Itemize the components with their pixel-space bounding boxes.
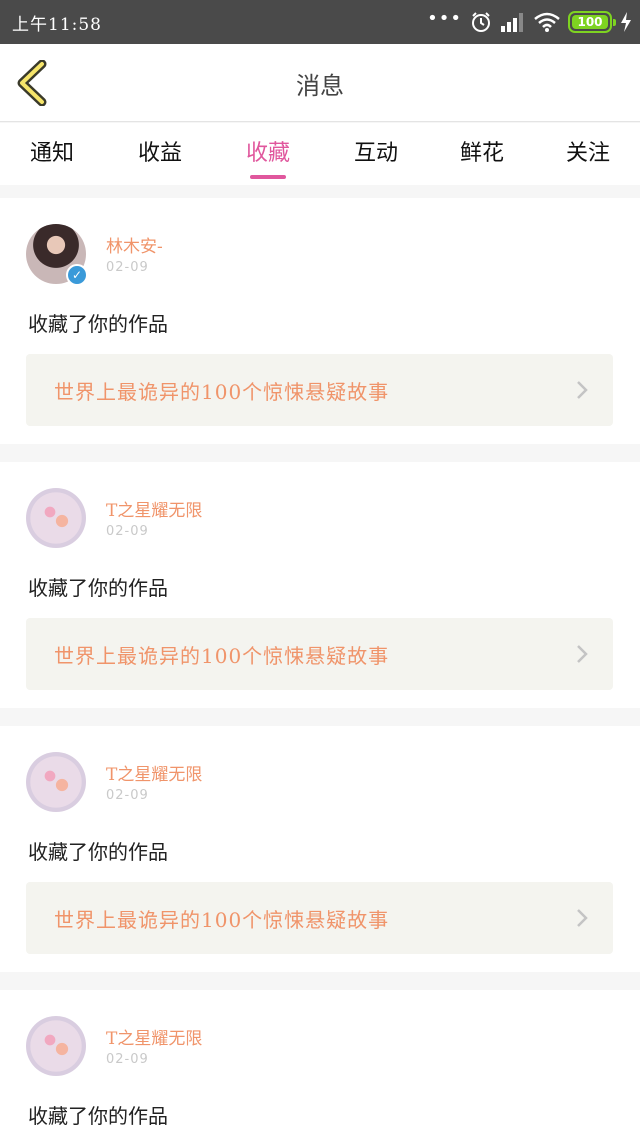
list-item: T之星耀无限 02-09 收藏了你的作品 世界上最诡异的100个惊悚悬疑故事 [0, 462, 640, 708]
message-date: 02-09 [106, 1052, 149, 1067]
avatar[interactable] [26, 488, 86, 548]
work-title: 世界上最诡异的100个惊悚悬疑故事 [54, 908, 390, 932]
tab-interactions[interactable]: 互动 [344, 135, 408, 183]
work-link[interactable]: 世界上最诡异的100个惊悚悬疑故事 [26, 354, 613, 426]
chevron-right-icon [577, 909, 588, 927]
work-title: 世界上最诡异的100个惊悚悬疑故事 [54, 644, 390, 668]
user-name[interactable]: 林木安- [106, 232, 163, 257]
tab-label: 关注 [565, 141, 610, 166]
active-tab-indicator [250, 175, 286, 179]
action-text: 收藏了你的作品 [28, 576, 168, 600]
action-text: 收藏了你的作品 [28, 840, 168, 864]
user-name[interactable]: T之星耀无限 [106, 760, 202, 785]
message-date: 02-09 [106, 788, 149, 803]
chevron-right-icon [577, 381, 588, 399]
tab-label: 通知 [29, 141, 74, 166]
status-bar: 上午11:58 ••• 100 [0, 0, 640, 44]
list-item: T之星耀无限 02-09 收藏了你的作品 世界上最诡异的100个惊悚悬疑故事 [0, 726, 640, 972]
status-icons: ••• 100 [427, 9, 632, 35]
tab-label: 互动 [353, 141, 398, 166]
tab-label: 收益 [137, 141, 182, 166]
tab-bar: 通知 收益 收藏 互动 鲜花 关注 [0, 123, 640, 185]
list-item: T之星耀无限 02-09 收藏了你的作品 [0, 990, 640, 1138]
avatar[interactable] [26, 1016, 86, 1076]
user-name[interactable]: T之星耀无限 [106, 1024, 202, 1049]
battery-level: 100 [572, 15, 608, 29]
status-time: 上午11:58 [12, 15, 102, 35]
tab-notifications[interactable]: 通知 [20, 135, 84, 183]
nav-bar: 消息 [0, 44, 640, 122]
tab-earnings[interactable]: 收益 [128, 135, 192, 183]
page-title: 消息 [296, 72, 344, 100]
action-text: 收藏了你的作品 [28, 312, 168, 336]
tab-label: 鲜花 [459, 141, 504, 166]
wifi-icon [534, 12, 560, 32]
work-link[interactable]: 世界上最诡异的100个惊悚悬疑故事 [26, 618, 613, 690]
avatar[interactable] [26, 752, 86, 812]
signal-icon [500, 12, 526, 32]
tab-label: 收藏 [245, 141, 290, 166]
list-item: ✓ 林木安- 02-09 收藏了你的作品 世界上最诡异的100个惊悚悬疑故事 [0, 198, 640, 444]
message-date: 02-09 [106, 524, 149, 539]
work-link[interactable]: 世界上最诡异的100个惊悚悬疑故事 [26, 882, 613, 954]
tab-following[interactable]: 关注 [556, 135, 620, 183]
more-dots-icon: ••• [427, 8, 462, 29]
verified-badge-icon: ✓ [66, 264, 88, 286]
user-name[interactable]: T之星耀无限 [106, 496, 202, 521]
action-text: 收藏了你的作品 [28, 1104, 168, 1128]
tab-flowers[interactable]: 鲜花 [450, 135, 514, 183]
tab-favorites[interactable]: 收藏 [236, 135, 300, 183]
charging-icon [620, 12, 632, 32]
message-date: 02-09 [106, 260, 149, 275]
chevron-right-icon [577, 645, 588, 663]
alarm-icon [470, 11, 492, 33]
battery-icon: 100 [568, 11, 616, 33]
work-title: 世界上最诡异的100个惊悚悬疑故事 [54, 380, 390, 404]
